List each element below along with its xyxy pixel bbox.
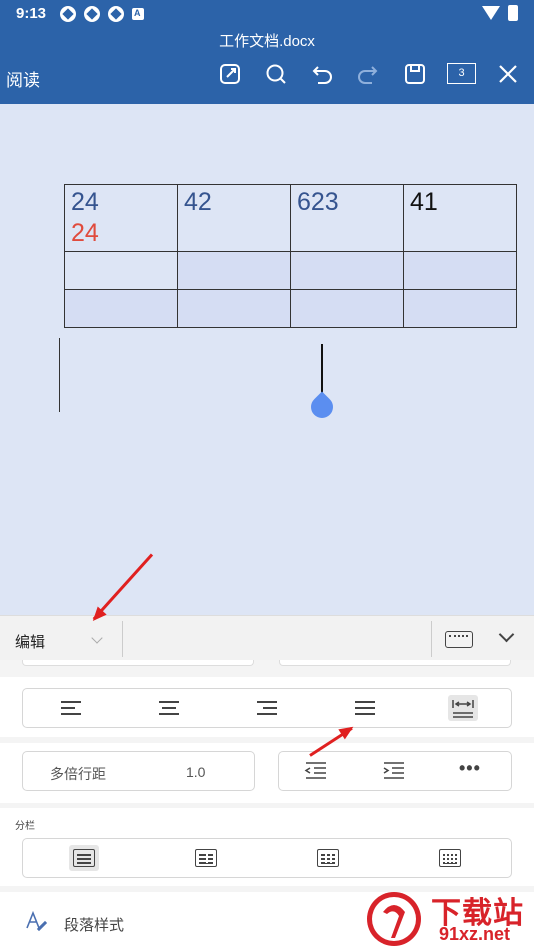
notification-app-icon [60,6,76,22]
collapse-panel-icon[interactable] [498,626,515,643]
document-table[interactable]: 24 24 42 623 41 [64,184,517,328]
edit-icon[interactable] [217,61,243,87]
paragraph-style-label: 段落样式 [64,917,125,934]
watermark-logo [367,892,421,946]
table-cell[interactable] [290,251,404,290]
columns-group [22,838,512,878]
table-cell[interactable]: 42 [177,184,291,252]
undo-icon[interactable] [309,61,335,87]
selection-handle[interactable] [306,391,338,423]
table-cell[interactable]: 24 24 [64,184,178,252]
edit-toolbar: 编辑 [0,615,534,660]
table-cell[interactable] [177,251,291,290]
divider [431,621,432,657]
distributed-icon[interactable] [448,695,478,721]
table-cell[interactable] [64,289,178,328]
search-icon[interactable] [263,61,289,87]
previous-group-fragment [22,660,254,666]
more-icon[interactable]: ••• [459,758,481,779]
table-cell[interactable] [403,289,517,328]
columns-title: 分栏 [15,821,35,832]
spacing-section: 多倍行距 1.0 ••• [0,743,534,803]
cell-text: 42 [184,188,212,216]
selection-handle-stem [321,344,323,396]
four-columns-icon[interactable] [435,845,465,871]
decrease-indent-icon[interactable] [301,758,331,784]
notification-app-icon [84,6,100,22]
cell-text: 41 [410,188,438,216]
indent-group: ••• [278,751,512,791]
previous-group-fragment [279,660,511,666]
notification-icons [60,6,144,22]
divider [122,621,123,657]
status-time: 9:13 [16,5,47,22]
columns-section: 分栏 [0,808,534,886]
wifi-icon [482,6,500,20]
page-count-icon[interactable]: 3 [447,63,476,84]
align-left-icon[interactable] [56,695,86,721]
justify-icon[interactable] [350,695,380,721]
one-column-icon[interactable] [69,845,99,871]
table-cell[interactable]: 41 [403,184,517,252]
line-spacing-control[interactable]: 多倍行距 1.0 [22,751,255,791]
close-icon[interactable] [495,61,521,87]
document-canvas[interactable]: 24 24 42 623 41 [0,104,534,615]
edit-mode-label[interactable]: 编辑 [15,631,45,652]
notification-a-icon [132,8,144,20]
table-cell[interactable] [290,289,404,328]
table-cell[interactable] [403,251,517,290]
line-spacing-value[interactable]: 1.0 [186,764,205,780]
two-columns-icon[interactable] [191,845,221,871]
watermark: 下载站 91xz.net [365,886,534,950]
battery-icon [508,5,518,21]
document-title: 工作文档.docx [219,33,315,50]
line-spacing-label: 多倍行距 [50,766,106,782]
read-mode-tab[interactable]: 阅读 [6,66,40,91]
cell-text: 24 [71,219,99,247]
table-cell[interactable]: 623 [290,184,404,252]
status-bar: 9:13 [0,0,534,26]
increase-indent-icon[interactable] [379,758,409,784]
watermark-url: 91xz.net [439,924,511,944]
align-center-icon[interactable] [154,695,184,721]
cell-text: 24 [71,188,99,216]
table-cell[interactable] [177,289,291,328]
title-bar: 工作文档.docx 阅读 3 [0,26,534,104]
chevron-down-icon[interactable] [91,632,103,644]
notification-app-icon [108,6,124,22]
save-icon[interactable] [402,61,428,87]
align-right-icon[interactable] [252,695,282,721]
keyboard-icon[interactable] [445,631,473,648]
paragraph-style-icon [25,910,48,932]
table-cell[interactable] [64,251,178,290]
alignment-group [22,688,512,728]
cell-text: 623 [297,188,339,216]
alignment-section [0,677,534,737]
redo-icon[interactable] [355,61,381,87]
text-caret [59,338,60,412]
three-columns-icon[interactable] [313,845,343,871]
